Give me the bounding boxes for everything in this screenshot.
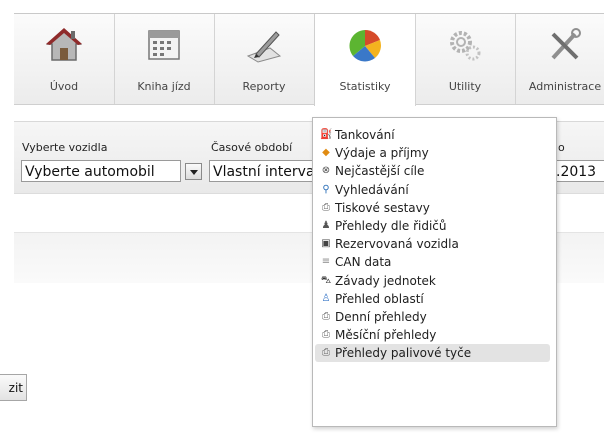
menu-item-nejcastejsi-cile[interactable]: ⊗ Nejčastější cíle — [315, 162, 550, 180]
menu-item-prehledy-palivove-tyce[interactable]: ⎙ Přehledy palivové tyče — [315, 344, 550, 363]
calendar-icon — [148, 30, 180, 60]
car-icon: ⛍ — [320, 274, 332, 286]
coins-icon: ◆ — [322, 147, 330, 159]
menu-item-zavady-jednotek[interactable]: ⛍ Závady jednotek — [315, 272, 550, 290]
nav-label: Administrace — [528, 80, 602, 93]
period-select[interactable]: Vlastní interval — [209, 160, 319, 182]
printer-icon: ⎙ — [322, 201, 330, 213]
house-icon — [46, 28, 82, 61]
menu-item-tankovani[interactable]: ⛽ Tankování — [315, 126, 550, 144]
date-label: o — [558, 141, 565, 154]
search-icon: ⚲ — [322, 183, 330, 195]
printer-icon: ⎙ — [322, 329, 330, 341]
list-icon: ≡ — [321, 256, 331, 268]
reservation-icon: ▣ — [321, 238, 331, 250]
menu-item-tiskove-sestavy[interactable]: ⎙ Tiskové sestavy — [315, 199, 550, 217]
pencil-paper-icon — [246, 31, 282, 63]
nav-label: Reporty — [242, 80, 286, 93]
vehicle-select[interactable]: Vyberte automobil — [21, 160, 181, 182]
submit-button[interactable]: zit — [0, 374, 27, 401]
nav-item-utility[interactable]: Utility — [415, 14, 516, 104]
period-label: Časové období — [211, 141, 293, 154]
menu-item-prehled-oblasti[interactable]: ♙ Přehled oblastí — [315, 290, 550, 308]
printer-icon: ⎙ — [322, 347, 330, 359]
gears-icon — [450, 31, 481, 61]
nav-item-uvod[interactable]: Úvod — [14, 14, 115, 104]
date-field[interactable]: .2013 — [553, 160, 604, 182]
nav-item-administrace[interactable]: Administrace — [515, 14, 604, 104]
tools-icon — [551, 28, 581, 60]
pie-chart-icon — [349, 29, 381, 62]
statistiky-dropdown-menu: ⛽ Tankování ◆ Výdaje a příjmy ⊗ Nejčastě… — [312, 117, 557, 427]
nav-label: Utility — [448, 80, 482, 93]
vehicle-label: Vyberte vozidla — [22, 141, 108, 154]
menu-item-vyhledavani[interactable]: ⚲ Vyhledávání — [315, 181, 550, 199]
nav-item-reporty[interactable]: Reporty — [214, 14, 315, 104]
driver-icon: ♟ — [321, 220, 331, 231]
nav-label: Statistiky — [339, 80, 391, 93]
menu-item-denni-prehledy[interactable]: ⎙ Denní přehledy — [315, 308, 550, 326]
printer-icon: ⎙ — [322, 311, 330, 322]
main-navbar: Úvod Kniha jízd Reporty Statistiky Utili… — [14, 14, 604, 106]
fuel-icon: ⛽ — [320, 129, 333, 140]
nav-item-kniha-jizd[interactable]: Kniha jízd — [114, 14, 215, 104]
nav-label: Kniha jízd — [137, 80, 191, 93]
chevron-down-icon[interactable] — [185, 163, 202, 180]
menu-item-prehledy-dle-ridicu[interactable]: ♟ Přehledy dle řidičů — [315, 217, 550, 235]
target-icon: ⊗ — [321, 165, 331, 177]
nav-label: Úvod — [49, 80, 79, 93]
menu-item-vydaje-a-prijmy[interactable]: ◆ Výdaje a příjmy — [315, 144, 550, 162]
menu-item-mesicni-prehledy[interactable]: ⎙ Měsíční přehledy — [315, 326, 550, 344]
menu-item-rezervovana-vozidla[interactable]: ▣ Rezervovaná vozidla — [315, 235, 550, 253]
menu-item-can-data[interactable]: ≡ CAN data — [315, 253, 550, 271]
nav-item-statistiky[interactable]: Statistiky — [314, 14, 416, 106]
area-icon: ♙ — [321, 292, 331, 304]
